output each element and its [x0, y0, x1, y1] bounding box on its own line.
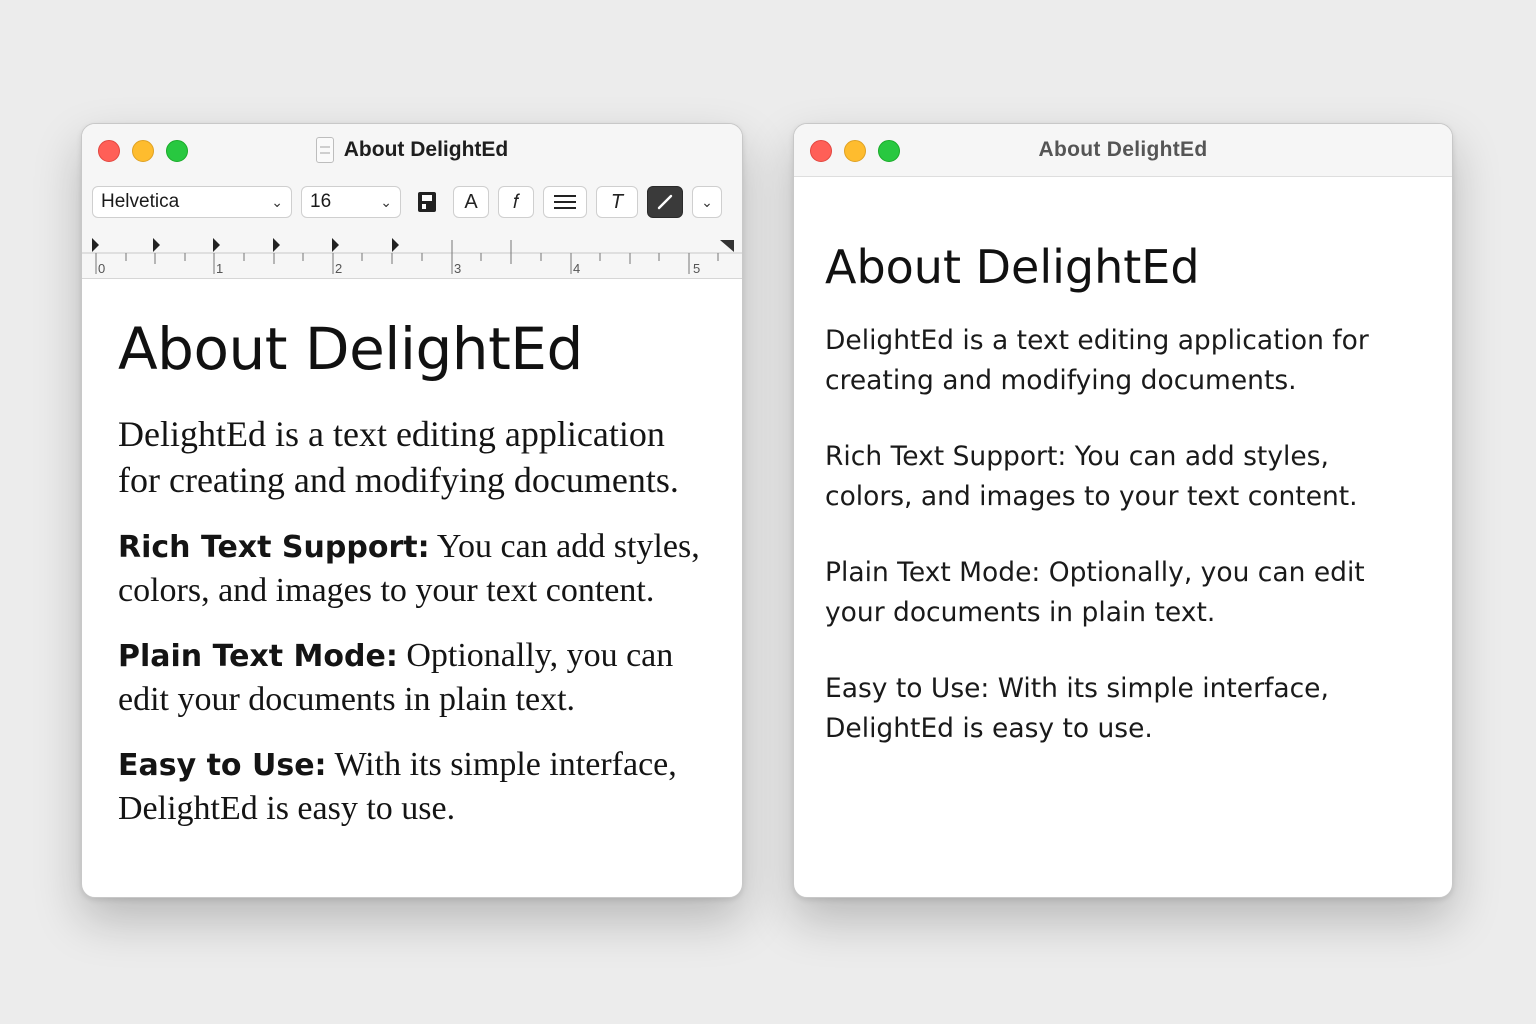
window-title: About DelightEd — [343, 138, 509, 161]
right-margin-marker — [720, 240, 734, 252]
tab-stop-marker — [332, 238, 339, 252]
chevron-down-icon: ⌄ — [380, 193, 392, 210]
tab-stop-marker — [153, 238, 160, 252]
ruler-label: 2 — [335, 261, 342, 276]
font-color-label: A — [464, 190, 478, 213]
text-format-label: T — [610, 190, 624, 213]
paragraph: Plain Text Mode: Optionally, you can edi… — [825, 557, 1365, 628]
title-wrap: About DelightEd — [315, 137, 509, 163]
minimize-button[interactable] — [132, 140, 154, 162]
plain-text-window: About DelightEd About DelightEd DelightE… — [793, 123, 1453, 898]
chevron-down-icon: ⌄ — [701, 193, 713, 210]
title-bar[interactable]: About DelightEd — [82, 124, 742, 176]
feature-label: Rich Text Support: — [118, 530, 430, 565]
zoom-button[interactable] — [878, 140, 900, 162]
font-size-select[interactable]: 16 ⌄ — [301, 186, 401, 218]
style-palette-icon — [418, 192, 436, 212]
alignment-button[interactable] — [543, 186, 587, 218]
text-style-button[interactable] — [410, 186, 444, 218]
intro-paragraph: DelightEd is a text editing application … — [118, 414, 679, 500]
paragraph: Rich Text Support: You can add styles, c… — [825, 441, 1358, 512]
feature-paragraph: Easy to Use: With its simple interface, … — [118, 743, 706, 830]
ruler-label: 5 — [693, 261, 700, 276]
ruler-label: 1 — [216, 261, 223, 276]
tab-stop-marker — [92, 238, 99, 252]
chevron-down-icon: ⌄ — [271, 193, 283, 210]
ruler-label: 3 — [454, 261, 461, 276]
more-options-button[interactable]: ⌄ — [692, 186, 722, 218]
tab-stop-marker — [392, 238, 399, 252]
feature-label: Easy to Use: — [118, 748, 327, 783]
align-lines-icon — [554, 195, 576, 209]
pencil-icon — [657, 194, 673, 210]
italic-button[interactable]: 𝑓 — [498, 186, 534, 218]
font-size-value: 16 — [310, 191, 332, 212]
title-bar[interactable]: About DelightEd — [794, 124, 1452, 177]
document-body[interactable]: About DelightEd DelightEd is a text edit… — [794, 177, 1452, 749]
italic-label: 𝑓 — [512, 190, 520, 213]
window-controls — [810, 140, 900, 162]
tab-stop-marker — [273, 238, 280, 252]
document-heading: About DelightEd — [118, 315, 583, 383]
rich-text-window: About DelightEd Helvetica ⌄ 16 ⌄ A 𝑓 T ⌄… — [81, 123, 743, 898]
window-title: About DelightEd — [1038, 138, 1208, 161]
feature-paragraph: Plain Text Mode: Optionally, you can edi… — [118, 634, 706, 721]
zoom-button[interactable] — [166, 140, 188, 162]
draw-tool-button[interactable] — [647, 186, 683, 218]
ruler[interactable]: 0 1 2 3 4 5 — [82, 228, 742, 279]
minimize-button[interactable] — [844, 140, 866, 162]
document-icon[interactable] — [315, 137, 334, 163]
paragraph: DelightEd is a text editing application … — [825, 325, 1369, 396]
document-body[interactable]: About DelightEd DelightEd is a text edit… — [82, 279, 742, 830]
ruler-graphic: 0 1 2 3 4 5 — [82, 238, 742, 276]
ruler-label: 4 — [573, 261, 580, 276]
tab-stop-marker — [213, 238, 220, 252]
feature-label: Plain Text Mode: — [118, 639, 398, 674]
close-button[interactable] — [810, 140, 832, 162]
font-family-value: Helvetica — [101, 191, 180, 212]
text-format-button[interactable]: T — [596, 186, 638, 218]
font-family-select[interactable]: Helvetica ⌄ — [92, 186, 292, 218]
font-color-button[interactable]: A — [453, 186, 489, 218]
document-heading: About DelightEd — [825, 240, 1200, 294]
feature-paragraph: Rich Text Support: You can add styles, c… — [118, 525, 706, 612]
format-toolbar: Helvetica ⌄ 16 ⌄ A 𝑓 T ⌄ — [82, 176, 742, 228]
close-button[interactable] — [98, 140, 120, 162]
window-controls — [98, 140, 188, 162]
ruler-label: 0 — [98, 261, 105, 276]
paragraph: Easy to Use: With its simple interface, … — [825, 673, 1329, 744]
